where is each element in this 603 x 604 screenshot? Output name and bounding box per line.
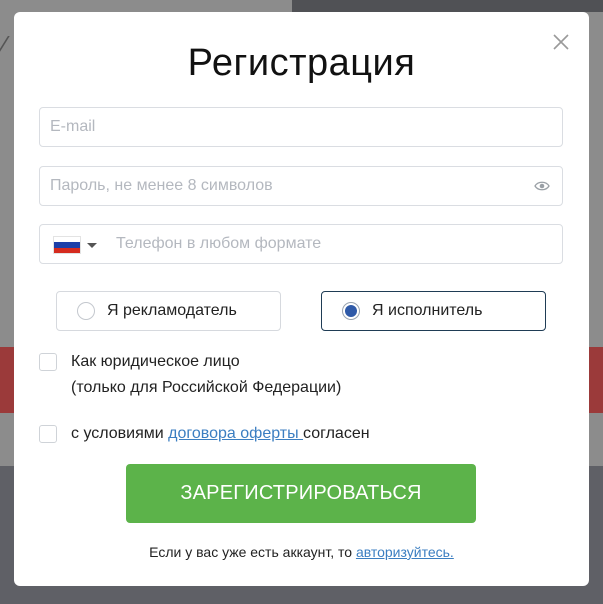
role-performer-option[interactable]: Я исполнитель	[321, 291, 546, 331]
show-password-eye-icon[interactable]	[534, 179, 550, 193]
login-link[interactable]: авторизуйтесь.	[356, 544, 454, 560]
password-field-wrapper	[39, 166, 563, 206]
page-header-strip	[292, 0, 603, 12]
password-field[interactable]	[40, 167, 562, 205]
modal-title: Регистрация	[187, 42, 416, 84]
registration-modal: Регистрация Я рекламодатель Я исполнител…	[14, 12, 589, 586]
page-decoration-icon: ⁄	[2, 30, 7, 60]
country-selector[interactable]	[54, 237, 97, 253]
terms-checkbox[interactable]	[39, 425, 57, 443]
email-field-wrapper	[39, 107, 563, 147]
terms-row: с условиями договора оферты согласен	[39, 425, 370, 447]
radio-advertiser[interactable]	[77, 302, 95, 320]
login-prompt-text: Если у вас уже есть аккаунт, то	[149, 544, 356, 560]
register-button[interactable]: ЗАРЕГИСТРИРОВАТЬСЯ	[126, 464, 476, 523]
email-field[interactable]	[40, 108, 562, 146]
terms-suffix-text: согласен	[303, 425, 370, 442]
legal-entity-checkbox[interactable]	[39, 353, 57, 371]
phone-field-wrapper	[39, 224, 563, 264]
chevron-down-icon	[87, 242, 97, 248]
role-advertiser-label: Я рекламодатель	[107, 302, 237, 319]
ru-flag-icon	[54, 237, 80, 253]
page-red-block-right	[589, 347, 603, 413]
legal-entity-row: Как юридическое лицо (только для Российс…	[39, 353, 341, 401]
legal-entity-label-line2: (только для Российской Федерации)	[71, 379, 342, 396]
legal-entity-label-line1: Как юридическое лицо	[71, 353, 240, 370]
terms-prefix-text: с условиями	[71, 425, 169, 442]
legal-entity-label: Как юридическое лицо (только для Российс…	[71, 349, 341, 401]
offer-agreement-link[interactable]: договора оферты	[168, 425, 303, 442]
terms-label: с условиями договора оферты согласен	[71, 421, 370, 447]
page-red-block-left	[0, 347, 14, 413]
login-prompt: Если у вас уже есть аккаунт, то авторизу…	[14, 544, 589, 560]
phone-field[interactable]	[40, 225, 562, 263]
role-advertiser-option[interactable]: Я рекламодатель	[56, 291, 281, 331]
role-performer-label: Я исполнитель	[372, 302, 483, 319]
radio-performer[interactable]	[342, 302, 360, 320]
